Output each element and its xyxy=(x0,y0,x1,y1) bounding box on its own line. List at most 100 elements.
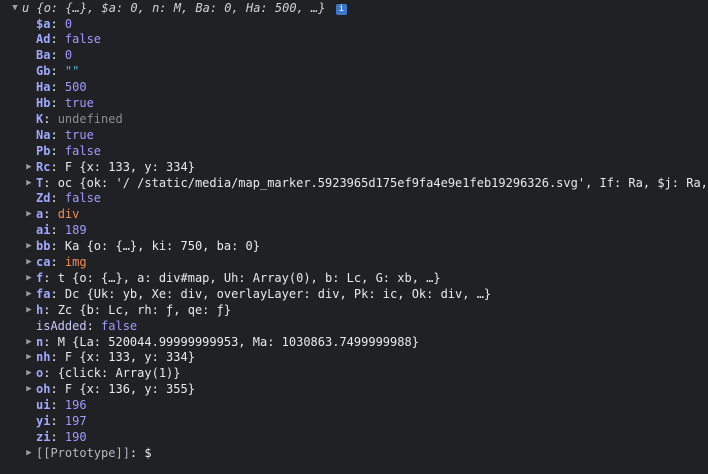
property-value: false xyxy=(64,143,102,158)
property-row-a: $a: 0 xyxy=(0,16,708,32)
colon-separator: : xyxy=(50,159,65,174)
property-value: t {o: {…}, a: div#map, Uh: Array(0), b: … xyxy=(57,270,441,285)
property-row-nh[interactable]: ▶ nh: F {x: 133, y: 334} xyxy=(0,349,708,365)
property-value: true xyxy=(64,127,94,142)
colon-separator: : xyxy=(50,429,65,444)
property-row-zi: zi: 190 xyxy=(0,429,708,445)
property-row-Rc[interactable]: ▶ Rc: F {x: 133, y: 334} xyxy=(0,159,708,175)
property-key: yi xyxy=(36,414,51,428)
property-key: zi xyxy=(36,429,51,444)
property-value: 0 xyxy=(64,48,73,63)
colon-separator: : xyxy=(43,334,58,349)
colon-separator: : xyxy=(50,414,65,428)
colon-separator: : xyxy=(50,382,65,397)
expand-arrow-icon[interactable]: ▶ xyxy=(24,286,34,302)
colon-separator: : xyxy=(50,255,65,269)
expand-arrow-icon[interactable]: ▶ xyxy=(24,238,34,254)
info-icon[interactable]: i xyxy=(335,4,348,15)
object-inspector: ▼ u {o: {…}, $a: 0, n: M, Ba: 0, Ha: 500… xyxy=(0,0,708,474)
colon-separator: : xyxy=(50,398,65,413)
expand-arrow-icon[interactable]: ▼ xyxy=(10,0,20,16)
colon-separator: : xyxy=(50,350,65,365)
property-row-ui: ui: 196 xyxy=(0,397,708,413)
property-row-yi: yi: 197 xyxy=(0,413,708,429)
property-value: oc {ok: '/ /static/media/map_marker.5923… xyxy=(57,175,708,190)
root-label: u xyxy=(22,1,30,15)
property-value: "" xyxy=(64,64,80,79)
property-key: bb xyxy=(36,239,51,254)
property-row-T[interactable]: ▶ T: oc {ok: '/ /static/media/map_marker.… xyxy=(0,175,708,191)
expand-arrow-icon[interactable]: ▶ xyxy=(24,254,34,270)
property-value: M {La: 520044.99999999953, Ma: 1030863.7… xyxy=(57,334,419,349)
colon-separator: : xyxy=(50,286,65,301)
property-row-fa[interactable]: ▶ fa: Dc {Uk: yb, Xe: div, overlayLayer: … xyxy=(0,286,708,302)
property-value: {click: Array(1)} xyxy=(57,366,181,381)
property-row-ai: ai: 189 xyxy=(0,222,708,238)
expand-arrow-icon[interactable]: ▶ xyxy=(24,270,34,286)
expand-arrow-icon[interactable]: ▶ xyxy=(24,349,34,365)
expand-arrow-icon[interactable]: ▶ xyxy=(24,445,34,461)
property-row-Hb: Hb: true xyxy=(0,95,708,111)
property-value: Ka {o: {…}, ki: 750, ba: 0} xyxy=(64,239,260,254)
property-value: 500 xyxy=(64,80,87,95)
prototype-value: $ xyxy=(144,445,152,460)
property-value: false xyxy=(64,32,102,47)
property-value: false xyxy=(101,318,138,333)
colon-separator: : xyxy=(50,223,65,238)
property-row-Ba: Ba: 0 xyxy=(0,47,708,63)
property-key: Ha xyxy=(36,80,51,95)
colon-separator: : xyxy=(50,191,65,206)
property-value: img xyxy=(64,255,87,269)
property-value: 190 xyxy=(64,429,87,444)
colon-separator: : xyxy=(43,111,58,126)
prototype-row[interactable]: ▶ [[Prototype]]: $ xyxy=(0,445,708,461)
colon-separator: : xyxy=(50,80,65,95)
property-row-n[interactable]: ▶ n: M {La: 520044.99999999953, Ma: 10308… xyxy=(0,334,708,350)
property-row-bb[interactable]: ▶ bb: Ka {o: {…}, ki: 750, ba: 0} xyxy=(0,238,708,254)
colon-separator: : xyxy=(50,48,65,63)
property-value: Dc {Uk: yb, Xe: div, overlayLayer: div, … xyxy=(64,286,492,301)
property-value: 0 xyxy=(64,16,73,31)
property-key: nh xyxy=(36,350,51,365)
root-preview: {o: {…}, $a: 0, n: M, Ba: 0, Ha: 500, …} xyxy=(36,1,326,15)
colon-separator: : xyxy=(50,127,65,142)
property-key: $a xyxy=(36,16,51,31)
colon-separator: : xyxy=(50,143,65,158)
property-row-Pb: Pb: false xyxy=(0,143,708,159)
expand-arrow-icon[interactable]: ▶ xyxy=(24,365,34,381)
property-row-ca[interactable]: ▶ ca: img xyxy=(0,254,708,270)
expand-arrow-icon[interactable]: ▶ xyxy=(24,381,34,397)
property-row-Ha: Ha: 500 xyxy=(0,79,708,95)
property-key: Ad xyxy=(36,32,51,47)
property-key: Na xyxy=(36,127,51,142)
expand-arrow-icon[interactable]: ▶ xyxy=(24,334,34,350)
property-row-h[interactable]: ▶ h: Zc {b: Lc, rh: ƒ, qe: ƒ} xyxy=(0,302,708,318)
property-row-oh[interactable]: ▶ oh: F {x: 136, y: 355} xyxy=(0,381,708,397)
property-key: fa xyxy=(36,286,51,301)
expand-arrow-icon[interactable]: ▶ xyxy=(24,159,34,175)
property-value: 189 xyxy=(64,223,87,238)
property-key: ui xyxy=(36,398,51,413)
property-key: Hb xyxy=(36,96,51,110)
property-row-Ad: Ad: false xyxy=(0,31,708,47)
property-row-f[interactable]: ▶ f: t {o: {…}, a: div#map, Uh: Array(0),… xyxy=(0,270,708,286)
property-row-a[interactable]: ▶ a: div xyxy=(0,206,708,222)
property-value: F {x: 133, y: 334} xyxy=(64,159,195,174)
property-key: Pb xyxy=(36,143,51,158)
colon-separator: : xyxy=(43,175,58,190)
property-value: 197 xyxy=(64,414,87,428)
property-key: Zd xyxy=(36,191,51,206)
property-value: div xyxy=(57,207,80,222)
expand-arrow-icon[interactable]: ▶ xyxy=(24,175,34,191)
expand-arrow-icon[interactable]: ▶ xyxy=(24,206,34,222)
colon-separator: : xyxy=(50,16,65,31)
property-row-o[interactable]: ▶ o: {click: Array(1)} xyxy=(0,365,708,381)
root-object-row[interactable]: ▼ u {o: {…}, $a: 0, n: M, Ba: 0, Ha: 500… xyxy=(0,0,708,16)
property-value: F {x: 133, y: 334} xyxy=(64,350,195,365)
expand-arrow-icon[interactable]: ▶ xyxy=(24,302,34,318)
colon-separator: : xyxy=(86,318,102,333)
prototype-key: [[Prototype]] xyxy=(36,445,130,460)
colon-separator: : xyxy=(43,270,58,285)
colon-separator: : xyxy=(50,239,65,254)
property-value: F {x: 136, y: 355} xyxy=(64,382,195,397)
